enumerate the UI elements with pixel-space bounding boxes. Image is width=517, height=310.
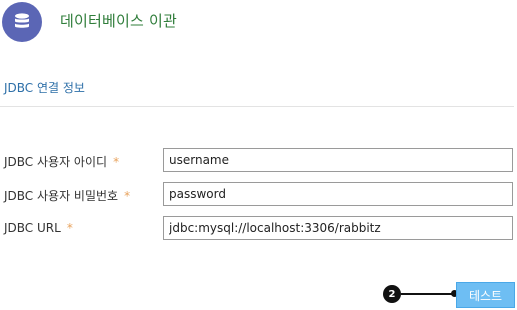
jdbc-password-label: JDBC 사용자 비밀번호 * <box>4 187 130 204</box>
callout-connector-line <box>401 293 454 295</box>
jdbc-password-input[interactable] <box>163 182 513 206</box>
jdbc-url-label: JDBC URL * <box>4 221 73 235</box>
section-title-jdbc: JDBC 연결 정보 <box>4 81 85 95</box>
page-title: 데이터베이스 이관 <box>60 12 177 30</box>
callout-badge: 2 <box>383 285 401 303</box>
required-marker: * <box>113 155 120 169</box>
database-icon-glyph <box>15 13 29 28</box>
required-marker: * <box>124 189 131 203</box>
jdbc-url-input[interactable] <box>163 216 513 240</box>
db-migration-page: 데이터베이스 이관 JDBC 연결 정보 JDBC 사용자 아이디 * JDBC … <box>0 0 517 310</box>
jdbc-url-label-text: JDBC URL <box>4 221 61 235</box>
jdbc-password-label-text: JDBC 사용자 비밀번호 <box>4 189 119 203</box>
jdbc-username-input[interactable] <box>163 148 513 172</box>
test-connection-button[interactable]: 테스트 <box>456 282 515 308</box>
form-row-jdbc-password: JDBC 사용자 비밀번호 * <box>0 182 517 208</box>
form-row-jdbc-url: JDBC URL * <box>0 216 517 242</box>
form-row-jdbc-username: JDBC 사용자 아이디 * <box>0 148 517 174</box>
jdbc-username-label-text: JDBC 사용자 아이디 <box>4 155 108 169</box>
required-marker: * <box>66 221 73 235</box>
database-icon <box>2 2 42 42</box>
section-divider <box>0 106 514 107</box>
jdbc-username-label: JDBC 사용자 아이디 * <box>4 153 119 170</box>
